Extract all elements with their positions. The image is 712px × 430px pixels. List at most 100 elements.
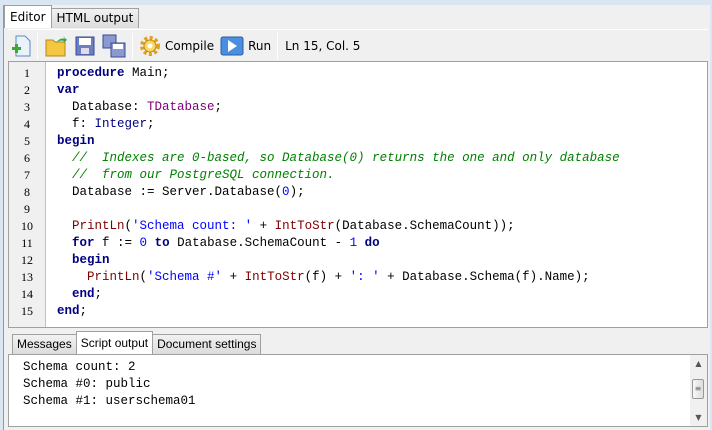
save-icon <box>75 36 95 55</box>
code-token: + <box>222 270 245 284</box>
tab-editor[interactable]: Editor <box>4 5 52 28</box>
new-button[interactable] <box>8 32 34 60</box>
window: Editor HTML output Compile Run Ln 15, Co… <box>3 5 710 430</box>
code-line: for f := 0 to Database.SchemaCount - 1 d… <box>57 235 620 252</box>
output-line: Schema #1: userschema01 <box>23 394 196 408</box>
code-token: IntToStr <box>274 219 335 233</box>
code-token: end <box>57 304 80 318</box>
code-token: begin <box>57 134 95 148</box>
code-token: (Database.SchemaCount)); <box>334 219 515 233</box>
code-token: ; <box>94 287 103 301</box>
code-token: ); <box>289 185 305 199</box>
code-line: end; <box>57 286 620 303</box>
code-token: ; <box>214 100 223 114</box>
line-number-gutter: 1 2 3 4 5 6 7 8 9 10 11 12 13 14 15 <box>9 62 46 327</box>
tab-html-output[interactable]: HTML output <box>50 8 140 28</box>
code-token: // from our PostgreSQL connection. <box>72 168 335 182</box>
code-token: ( <box>139 270 148 284</box>
code-token: // Indexes are 0-based, so Database(0) r… <box>72 151 620 165</box>
code-token: 1 <box>349 236 358 250</box>
code-token: TDatabase <box>147 100 215 114</box>
code-token: do <box>364 236 380 250</box>
new-document-icon <box>12 35 31 56</box>
code-token: Database: <box>57 100 148 114</box>
code-token: + Database.Schema(f).Name); <box>379 270 590 284</box>
code-token: + <box>252 219 275 233</box>
line-number: 10 <box>21 219 33 233</box>
line-number: 8 <box>24 185 30 199</box>
run-button[interactable]: Run <box>217 32 274 60</box>
script-output-panel[interactable]: Schema count: 2 Schema #0: public Schema… <box>8 354 708 427</box>
top-tabs: Editor HTML output <box>4 5 140 28</box>
open-folder-icon <box>45 35 67 56</box>
run-label: Run <box>248 38 272 53</box>
line-number: 11 <box>21 236 33 250</box>
code-token: to <box>154 236 170 250</box>
save-all-icon <box>102 34 126 57</box>
code-token: Main; <box>124 66 170 80</box>
tab-messages[interactable]: Messages <box>12 334 77 354</box>
line-number: 2 <box>24 83 30 97</box>
code-token: ; <box>79 304 88 318</box>
code-token: ; <box>147 117 155 131</box>
code-token: for <box>72 236 95 250</box>
code-token: begin <box>72 253 110 267</box>
line-number: 15 <box>21 304 33 318</box>
scroll-down-icon[interactable]: ▼ <box>690 409 707 426</box>
save-button[interactable] <box>71 32 99 60</box>
code-token: var <box>57 83 80 97</box>
output-line: Schema count: 2 <box>23 360 136 374</box>
code-token: PrintLn <box>87 270 140 284</box>
line-number: 9 <box>24 202 30 216</box>
code-token: Database.SchemaCount - <box>169 236 350 250</box>
tab-document-settings[interactable]: Document settings <box>152 334 262 354</box>
open-button[interactable] <box>41 32 71 60</box>
code-line: begin <box>57 252 620 269</box>
code-token: 'Schema #' <box>147 270 223 284</box>
code-token: end <box>72 287 95 301</box>
line-number: 6 <box>24 151 30 165</box>
scroll-thumb[interactable]: ≡ <box>692 379 704 399</box>
line-number: 13 <box>21 270 33 284</box>
code-line: Database: TDatabase; <box>57 99 620 116</box>
code-token: PrintLn <box>72 219 125 233</box>
code-token: Database := Server.Database( <box>57 185 283 199</box>
code-line: end; <box>57 303 620 320</box>
separator <box>37 32 38 59</box>
line-number: 5 <box>24 134 30 148</box>
code-token: IntToStr <box>244 270 305 284</box>
play-icon <box>220 36 244 55</box>
vertical-scrollbar[interactable]: ▲ ≡ ▼ <box>690 355 707 426</box>
code-editor[interactable]: 1 2 3 4 5 6 7 8 9 10 11 12 13 14 15 procedure Main; var… <box>8 61 708 328</box>
code-token: ': ' <box>349 270 380 284</box>
code-line: Database := Server.Database(0); <box>57 184 620 201</box>
bottom-tabs: Messages Script output Document settings <box>12 331 262 354</box>
separator <box>132 32 133 59</box>
separator <box>277 32 279 59</box>
code-token: procedure <box>57 66 125 80</box>
gear-icon <box>140 35 160 56</box>
code-area[interactable]: procedure Main; var Database: TDatabase; … <box>46 62 620 327</box>
toolbar: Compile Run Ln 15, Col. 5 <box>8 29 708 61</box>
line-number: 7 <box>24 168 30 182</box>
scroll-up-icon[interactable]: ▲ <box>690 355 707 372</box>
tab-script-output[interactable]: Script output <box>75 331 154 354</box>
line-number: 3 <box>24 100 30 114</box>
line-number: 1 <box>24 66 30 80</box>
code-token: 'Schema count: ' <box>132 219 253 233</box>
compile-button[interactable]: Compile <box>136 32 217 60</box>
line-number: 12 <box>21 253 33 267</box>
code-token: f: <box>57 117 95 131</box>
save-all-button[interactable] <box>99 32 129 60</box>
code-line: procedure Main; <box>57 65 620 82</box>
cursor-position: Ln 15, Col. 5 <box>285 38 361 53</box>
